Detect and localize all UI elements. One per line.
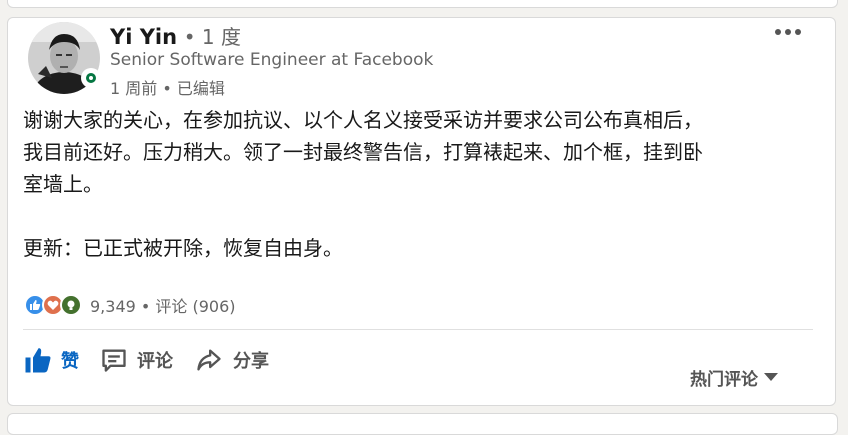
dot-icon — [795, 29, 801, 35]
previous-card — [7, 0, 838, 8]
sort-label: 热门评论 — [690, 370, 758, 390]
author-headline: Senior Software Engineer at Facebook — [110, 50, 434, 70]
post-update-line: 更新：已正式被开除，恢复自由身。 — [23, 236, 343, 260]
next-card — [7, 413, 838, 435]
author-name[interactable]: Yi Yin — [110, 25, 177, 49]
comment-icon — [102, 349, 126, 372]
insightful-reaction-icon — [60, 294, 82, 316]
thumbs-up-icon — [25, 348, 51, 373]
dot-icon — [785, 29, 791, 35]
online-status-indicator — [81, 68, 101, 88]
share-button[interactable]: 分享 — [193, 346, 269, 374]
comment-button[interactable]: 评论 — [99, 346, 173, 374]
divider — [23, 329, 813, 330]
comment-label: 评论 — [137, 351, 173, 372]
caret-down-icon — [764, 372, 778, 381]
social-counts[interactable]: 9,349 • 评论 (906) — [24, 293, 236, 317]
post-body-line: 谢谢大家的关心，在参加抗议、以个人名义接受采访并要求公司公布真相后， — [23, 108, 703, 132]
post-actions-bar: 赞 评论 分享 — [23, 340, 289, 380]
like-button[interactable]: 赞 — [23, 345, 79, 375]
author-line: Yi Yin • 1 度 — [110, 21, 241, 50]
share-arrow-icon — [197, 349, 221, 371]
comment-sort-dropdown[interactable]: 热门评论 — [690, 365, 778, 390]
post-body-line: 我目前还好。压力稍大。领了一封最终警告信，打算裱起来、加个框，挂到卧 — [23, 140, 703, 164]
reaction-comment-count[interactable]: 9,349 • 评论 (906) — [90, 293, 236, 317]
post-body-line: 室墙上。 — [23, 172, 103, 196]
post-timestamp: 1 周前 • 已编辑 — [110, 79, 225, 98]
connection-degree: • 1 度 — [183, 25, 242, 49]
post-body: 谢谢大家的关心，在参加抗议、以个人名义接受采访并要求公司公布真相后， 我目前还好… — [23, 104, 813, 264]
more-options-button[interactable] — [771, 24, 805, 40]
share-label: 分享 — [233, 351, 269, 372]
dot-icon — [775, 29, 781, 35]
like-label: 赞 — [61, 351, 79, 372]
